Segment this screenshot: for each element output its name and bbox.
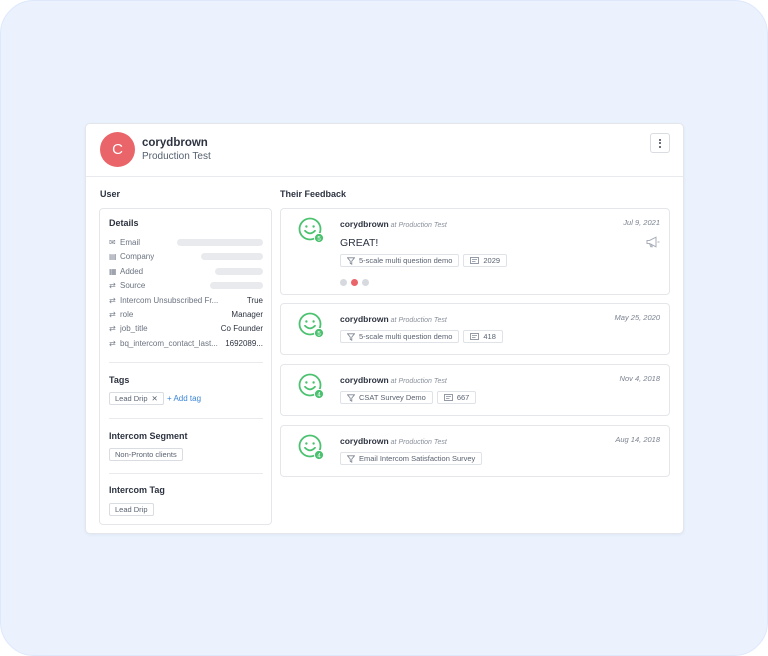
detail-value: True [246, 295, 263, 305]
more-options-button[interactable] [650, 133, 670, 153]
feedback-author: corydbrown at Production Test [340, 314, 447, 324]
avatar: C [100, 132, 135, 167]
user-organization: Production Test [142, 151, 211, 162]
detail-label: Source [120, 281, 146, 291]
add-tag-button[interactable]: + Add tag [167, 394, 201, 403]
detail-row: ⇄ Source [109, 280, 263, 292]
feedback-author: corydbrown at Production Test [340, 219, 447, 229]
feedback-meta: 5-scale multi question demo 2029 [340, 254, 508, 267]
response-id-chip[interactable]: 418 [463, 330, 503, 343]
detail-value: Manager [231, 310, 263, 319]
loading-placeholder [215, 267, 263, 275]
company-icon: ▤ [109, 252, 117, 262]
feedback-organization: at Production Test [390, 378, 447, 385]
page-dot-active[interactable] [351, 279, 358, 286]
survey-chip[interactable]: Email Intercom Satisfaction Survey [340, 452, 483, 465]
feedback-card[interactable]: 5 corydbrown at Production Test Jul 9, 202… [280, 208, 670, 295]
loading-placeholder [201, 253, 263, 261]
feedback-author: corydbrown at Production Test [340, 375, 447, 385]
intercom-segment-heading: Intercom Segment [109, 431, 188, 441]
detail-label: job_title [120, 324, 148, 334]
filter-icon [347, 454, 355, 463]
feedback-organization: at Production Test [390, 222, 447, 229]
filter-icon [347, 332, 355, 341]
smiley-face-icon: 4 [298, 434, 324, 460]
feedback-date: Nov 4, 2018 [619, 374, 660, 383]
feedback-date: Aug 14, 2018 [615, 435, 660, 444]
feedback-card[interactable]: 4 corydbrown at Production Test Aug 14, 20… [280, 425, 670, 477]
feedback-organization: at Production Test [390, 439, 447, 446]
feedback-comment: GREAT! [340, 237, 379, 249]
feedback-meta: 5-scale multi question demo 418 [340, 330, 503, 343]
calendar-icon: ▦ [109, 266, 117, 276]
detail-row: ⇄ bq_intercom_contact_last... 1692089... [109, 338, 263, 350]
detail-row: ⇄ role Manager [109, 309, 263, 321]
feedback-organization: at Production Test [390, 317, 447, 324]
smiley-face-icon: 4 [298, 373, 324, 399]
detail-row: ▤ Company [109, 251, 263, 263]
sync-icon: ⇄ [109, 338, 116, 348]
detail-label: bq_intercom_contact_last... [120, 338, 218, 348]
detail-label: role [120, 310, 134, 319]
feedback-card[interactable]: 4 corydbrown at Production Test Nov 4, 201… [280, 364, 670, 416]
detail-value: Co Founder [220, 324, 263, 334]
user-name: corydbrown [142, 137, 208, 149]
intercom-tag-heading: Intercom Tag [109, 485, 165, 495]
smiley-face-icon: 5 [298, 312, 324, 338]
details-heading: Details [109, 218, 139, 228]
detail-label: Email [120, 238, 141, 247]
user-section-title: User [100, 189, 121, 199]
detail-label: Added [120, 266, 144, 276]
feedback-date: Jul 9, 2021 [623, 218, 660, 227]
response-id-chip[interactable]: 2029 [463, 254, 508, 267]
detail-label: Intercom Unsubscribed Fr... [120, 295, 219, 305]
intercom-tag-chip: Lead Drip [109, 503, 154, 516]
feedback-meta: CSAT Survey Demo 667 [340, 391, 477, 404]
page-dot[interactable] [340, 279, 347, 286]
id-card-icon [443, 394, 453, 401]
sync-icon: ⇄ [109, 295, 116, 305]
divider [109, 418, 263, 419]
survey-chip[interactable]: CSAT Survey Demo [340, 391, 433, 404]
smiley-face-icon: 5 [298, 217, 324, 243]
id-card-icon [470, 257, 480, 264]
plus-icon: + [167, 394, 172, 403]
detail-value: 1692089... [225, 338, 263, 348]
kebab-menu-icon [659, 138, 661, 148]
feedback-date: May 25, 2020 [614, 313, 660, 322]
detail-row: ✉ Email [109, 237, 263, 249]
filter-icon [347, 393, 355, 402]
response-id-chip[interactable]: 667 [436, 391, 477, 404]
segment-chip: Non-Pronto clients [109, 448, 183, 461]
detail-row: ▦ Added [109, 266, 263, 278]
filter-icon [347, 256, 355, 265]
tag-chip[interactable]: Lead Drip ✕ [109, 392, 164, 405]
survey-chip[interactable]: 5-scale multi question demo [340, 330, 460, 343]
detail-row: ⇄ job_title Co Founder [109, 323, 263, 335]
tags-heading: Tags [109, 375, 130, 385]
remove-tag-icon[interactable]: ✕ [152, 394, 158, 403]
pagination-dots[interactable] [340, 279, 369, 286]
email-icon: ✉ [109, 238, 116, 247]
loading-placeholder [177, 239, 263, 246]
profile-header: C corydbrown Production Test [86, 124, 683, 177]
megaphone-icon[interactable] [646, 236, 660, 248]
detail-row: ⇄ Intercom Unsubscribed Fr... True [109, 295, 263, 307]
user-profile-card: C corydbrown Production Test User Detail… [85, 123, 684, 534]
divider [109, 473, 263, 474]
survey-chip[interactable]: 5-scale multi question demo [340, 254, 460, 267]
divider [109, 362, 263, 363]
sync-icon: ⇄ [109, 324, 116, 334]
feedback-section-title: Their Feedback [280, 189, 347, 199]
id-card-icon [470, 333, 480, 340]
page-dot[interactable] [362, 279, 369, 286]
sync-icon: ⇄ [109, 310, 116, 319]
user-details-panel: Details ✉ Email ▤ Company ▦ Added ⇄ Source ⇄ Inte… [99, 208, 272, 525]
loading-placeholder [210, 282, 263, 290]
feedback-card[interactable]: 5 corydbrown at Production Test May 25, 20… [280, 303, 670, 355]
detail-label: Company [120, 252, 155, 262]
feedback-author: corydbrown at Production Test [340, 436, 447, 446]
sync-icon: ⇄ [109, 281, 116, 291]
feedback-meta: Email Intercom Satisfaction Survey [340, 452, 483, 465]
